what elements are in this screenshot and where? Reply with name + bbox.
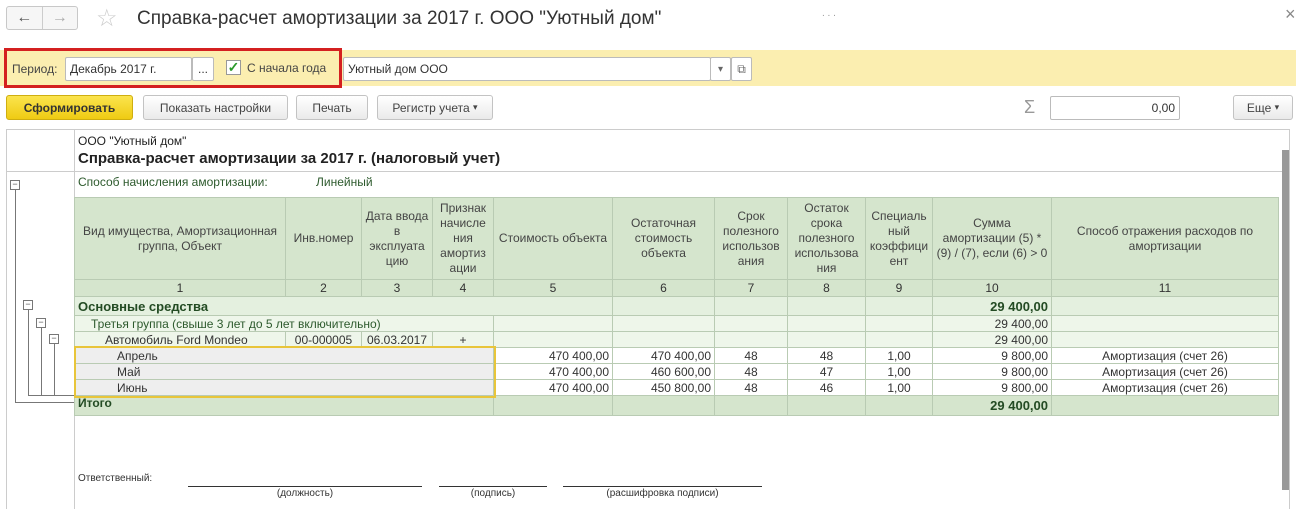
remaining: 47 bbox=[787, 363, 866, 380]
column-header: Дата ввода в эксплуата цию bbox=[361, 197, 433, 280]
method: Амортизация (счет 26) bbox=[1051, 379, 1279, 396]
column-header: Остаточная стоимость объекта bbox=[612, 197, 715, 280]
remaining: 48 bbox=[787, 347, 866, 364]
print-button[interactable]: Печать bbox=[296, 95, 368, 120]
method: Амортизация (счет 26) bbox=[1051, 363, 1279, 380]
position-caption: (должность) bbox=[188, 486, 422, 499]
register-label: Регистр учета bbox=[392, 100, 470, 115]
column-number-row: 1 2 3 4 5 6 7 8 9 10 11 bbox=[74, 279, 1279, 297]
favorite-star-icon[interactable]: ☆ bbox=[96, 4, 118, 33]
report-title: Справка-расчет амортизации за 2017 г. (н… bbox=[78, 150, 501, 167]
column-header: Стоимость объекта bbox=[493, 197, 613, 280]
residual: 450 800,00 bbox=[612, 379, 715, 396]
sum-icon: Σ bbox=[1024, 97, 1036, 117]
forward-icon[interactable]: → bbox=[41, 7, 78, 29]
amount: 9 800,00 bbox=[932, 347, 1052, 364]
collapse-icon[interactable]: − bbox=[23, 300, 33, 310]
column-number: 6 bbox=[612, 279, 715, 297]
group-sum: 29 400,00 bbox=[932, 315, 1052, 332]
decoding-caption: (расшифровка подписи) bbox=[563, 486, 762, 499]
residual: 460 600,00 bbox=[612, 363, 715, 380]
organization-dropdown-icon[interactable]: ▾ bbox=[710, 57, 731, 81]
section-sum: 29 400,00 bbox=[932, 296, 1052, 316]
column-number: 3 bbox=[361, 279, 433, 297]
divider bbox=[6, 171, 1282, 172]
report-org: ООО "Уютный дом" bbox=[78, 134, 187, 148]
tree-line bbox=[15, 190, 16, 402]
total-sum: 29 400,00 bbox=[932, 395, 1052, 416]
coef: 1,00 bbox=[865, 347, 933, 364]
method-value: Линейный bbox=[316, 175, 373, 189]
column-header: Срок полезного использов ания bbox=[714, 197, 788, 280]
highlight-box bbox=[74, 346, 496, 398]
tree-line bbox=[15, 402, 74, 403]
column-number: 2 bbox=[285, 279, 362, 297]
responsible-label: Ответственный: bbox=[78, 473, 153, 484]
back-icon[interactable]: ← bbox=[7, 7, 42, 29]
column-header: Специаль ный коэффици ент bbox=[865, 197, 933, 280]
object-sum: 29 400,00 bbox=[932, 331, 1052, 348]
column-header: Сумма амортизации (5) * (9) / (7), если … bbox=[932, 197, 1052, 280]
column-header: Остаток срока полезного использова ния bbox=[787, 197, 866, 280]
tree-line bbox=[54, 344, 55, 396]
highlight-box bbox=[4, 48, 342, 88]
column-number: 4 bbox=[432, 279, 494, 297]
cost: 470 400,00 bbox=[493, 379, 613, 396]
collapse-icon[interactable]: − bbox=[10, 180, 20, 190]
section-name: Основные средства bbox=[74, 296, 494, 316]
amount: 9 800,00 bbox=[932, 363, 1052, 380]
collapse-icon[interactable]: − bbox=[49, 334, 59, 344]
tree-line bbox=[41, 328, 42, 396]
scrollbar[interactable] bbox=[1282, 150, 1289, 490]
coef: 1,00 bbox=[865, 379, 933, 396]
more-button[interactable]: Еще ▾ bbox=[1233, 95, 1293, 120]
window-title: Справка-расчет амортизации за 2017 г. ОО… bbox=[137, 8, 662, 29]
method-label: Способ начисления амортизации: bbox=[78, 175, 268, 189]
more-menu-icon[interactable]: . . . bbox=[822, 8, 836, 19]
chevron-down-icon: ▾ bbox=[473, 102, 478, 112]
cost: 470 400,00 bbox=[493, 363, 613, 380]
column-number: 5 bbox=[493, 279, 613, 297]
column-number: 7 bbox=[714, 279, 788, 297]
header-row: Вид имущества, Амортизационная группа, О… bbox=[74, 197, 1279, 280]
method: Амортизация (счет 26) bbox=[1051, 347, 1279, 364]
column-number: 9 bbox=[865, 279, 933, 297]
column-header: Инв.номер bbox=[285, 197, 362, 280]
generate-button[interactable]: Сформировать bbox=[6, 95, 133, 120]
tree-line bbox=[28, 310, 29, 396]
column-number: 11 bbox=[1051, 279, 1279, 297]
amount: 9 800,00 bbox=[932, 379, 1052, 396]
collapse-icon[interactable]: − bbox=[36, 318, 46, 328]
signature-caption: (подпись) bbox=[439, 486, 547, 499]
remaining: 46 bbox=[787, 379, 866, 396]
tree-line bbox=[28, 395, 74, 396]
navigation-buttons: ← → bbox=[6, 6, 78, 30]
show-settings-button[interactable]: Показать настройки bbox=[143, 95, 288, 120]
close-icon[interactable]: × bbox=[1285, 4, 1296, 25]
residual: 470 400,00 bbox=[612, 347, 715, 364]
sum-field: 0,00 bbox=[1050, 96, 1180, 120]
organization-open-icon[interactable]: ⧉ bbox=[731, 57, 752, 81]
column-number: 8 bbox=[787, 279, 866, 297]
column-header: Вид имущества, Амортизационная группа, О… bbox=[74, 197, 286, 280]
column-number: 10 bbox=[932, 279, 1052, 297]
total-label: Итого bbox=[74, 395, 494, 416]
more-label: Еще bbox=[1246, 100, 1272, 115]
term: 48 bbox=[714, 379, 788, 396]
total-row: Итого 29 400,00 bbox=[74, 395, 1279, 416]
column-header: Способ отражения расходов по амортизации bbox=[1051, 197, 1279, 280]
section-row: Основные средства 29 400,00 bbox=[74, 296, 1279, 316]
organization-input[interactable]: Уютный дом ООО bbox=[343, 57, 711, 81]
cost: 470 400,00 bbox=[493, 347, 613, 364]
term: 48 bbox=[714, 347, 788, 364]
group-name: Третья группа (свыше 3 лет до 5 лет вклю… bbox=[74, 315, 494, 332]
column-number: 1 bbox=[74, 279, 286, 297]
term: 48 bbox=[714, 363, 788, 380]
chevron-down-icon: ▾ bbox=[1274, 102, 1280, 112]
coef: 1,00 bbox=[865, 363, 933, 380]
group-row: Третья группа (свыше 3 лет до 5 лет вклю… bbox=[74, 315, 1279, 332]
register-dropdown-button[interactable]: Регистр учета ▾ bbox=[377, 95, 493, 120]
column-header: Признак начисле ния амортиз ации bbox=[432, 197, 494, 280]
